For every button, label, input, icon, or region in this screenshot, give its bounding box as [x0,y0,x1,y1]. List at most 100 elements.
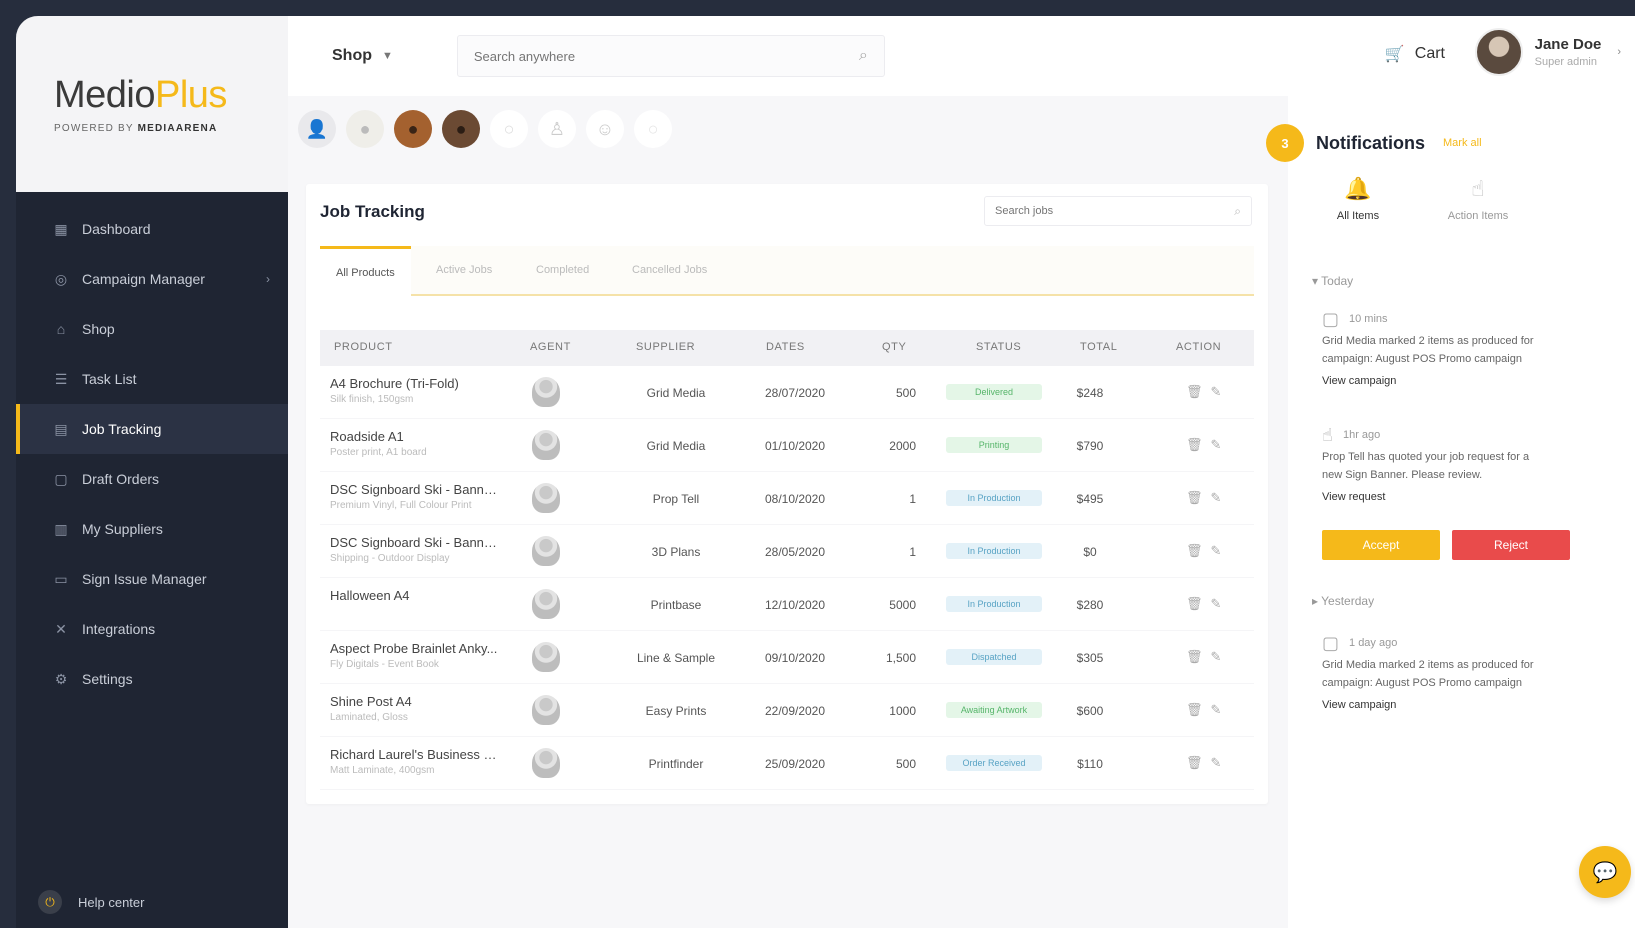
sidebar-item-campaign-manager[interactable]: ◎ Campaign Manager › [16,254,288,304]
agent-avatar[interactable] [532,748,560,778]
list-icon: ☰ [54,370,68,387]
avatar[interactable]: ● [442,110,480,148]
column-header[interactable]: Total [1080,341,1117,353]
view-request-link[interactable]: View request [1322,488,1552,506]
edit-icon[interactable]: ✎ [1211,755,1230,770]
table-row[interactable]: A4 Brochure (Tri-Fold) Silk finish, 150gs… [320,366,1254,419]
trash-icon[interactable]: 🗑 [1186,543,1211,558]
product-name[interactable]: Shine Post A4 [330,694,412,709]
sidebar-item-integrations[interactable]: ✕ Integrations [16,604,288,654]
person-icon[interactable]: ☺ [586,110,624,148]
add-avatar-icon[interactable]: ○ [634,110,672,148]
column-header[interactable]: Agent [530,341,571,353]
edit-icon[interactable]: ✎ [1211,543,1230,558]
column-header[interactable]: Qty [882,341,906,353]
product-name[interactable]: DSC Signboard Ski - Banner... [330,482,500,497]
view-campaign-link[interactable]: View campaign [1322,696,1552,714]
agent-avatar[interactable] [532,483,560,513]
row-actions: 🗑✎ [1186,384,1229,400]
trash-icon[interactable]: 🗑 [1186,490,1211,505]
sidebar-item-my-suppliers[interactable]: ▥ My Suppliers [16,504,288,554]
sidebar-item-dashboard[interactable]: ▦ Dashboard [16,204,288,254]
section-today[interactable]: ▾ Today [1312,274,1353,288]
column-header[interactable]: Status [976,341,1021,353]
sidebar-item-settings[interactable]: ⚙ Settings [16,654,288,704]
table-row[interactable]: Roadside A1 Poster print, A1 board Grid Me… [320,419,1254,472]
status-badge: In Production [946,596,1042,612]
sidebar-item-sign-issue-manager[interactable]: ▭ Sign Issue Manager [16,554,288,604]
edit-icon[interactable]: ✎ [1211,596,1230,611]
table-row[interactable]: Halloween A4 Printbase 12/10/2020 5000 In Pr… [320,578,1254,631]
agent-avatar[interactable] [532,536,560,566]
agent-avatar[interactable] [532,589,560,619]
product-name[interactable]: Halloween A4 [330,588,410,603]
avatar[interactable]: ● [346,110,384,148]
reject-button[interactable]: Reject [1452,530,1570,560]
sidebar-item-draft-orders[interactable]: ▢ Draft Orders [16,454,288,504]
agent-avatar[interactable] [532,377,560,407]
trash-icon[interactable]: 🗑 [1186,437,1211,452]
help-center-link[interactable]: ⏻ Help center [16,876,288,928]
tab-all-items[interactable]: 🔔 All Items [1318,176,1398,222]
edit-icon[interactable]: ✎ [1211,649,1230,664]
avatar[interactable]: ● [394,110,432,148]
notification-card[interactable]: ▢ 1 day ago Grid Media marked 2 items as … [1322,634,1552,714]
chat-button[interactable]: 💬 [1579,846,1631,898]
product-name[interactable]: A4 Brochure (Tri-Fold) [330,376,459,391]
notifications-tabs: 🔔 All Items ☝ Action Items [1318,176,1518,222]
sidebar-item-task-list[interactable]: ☰ Task List [16,354,288,404]
cart-button[interactable]: 🛒 Cart [1385,44,1445,64]
search-icon[interactable]: ⌕ [1234,204,1241,219]
tab-action-items[interactable]: ☝ Action Items [1438,176,1518,222]
edit-icon[interactable]: ✎ [1211,437,1230,452]
agent-avatar[interactable] [532,642,560,672]
user-menu[interactable]: Jane Doe Super admin › [1474,28,1621,76]
edit-icon[interactable]: ✎ [1211,490,1230,505]
column-header[interactable]: Dates [766,341,805,353]
table-row[interactable]: Richard Laurel's Business Cards Matt Lami… [320,737,1254,790]
table-row[interactable]: DSC Signboard Ski - Banner... Shipping - … [320,525,1254,578]
agent-avatar[interactable] [532,430,560,460]
accept-button[interactable]: Accept [1322,530,1440,560]
global-search-input[interactable] [473,48,814,64]
agent-avatar[interactable] [532,695,560,725]
brand-logo[interactable]: MedioPlus POWERED BY MEDIAARENA [16,16,288,192]
status-badge: Dispatched [946,649,1042,665]
tab-cancelled-jobs[interactable]: Cancelled Jobs [616,246,723,294]
product-name[interactable]: DSC Signboard Ski - Banner... [330,535,500,550]
product-name[interactable]: Richard Laurel's Business Cards [330,747,500,762]
notification-card[interactable]: ☝ 1hr ago Prop Tell has quoted your job r… [1322,426,1552,506]
tab-completed[interactable]: Completed [520,246,605,294]
job-search-input[interactable] [995,205,1215,217]
trash-icon[interactable]: 🗑 [1186,755,1211,770]
sidebar-item-shop[interactable]: ⌂ Shop [16,304,288,354]
tab-all-products[interactable]: All Products [320,246,411,296]
user-role: Super admin [1534,56,1597,68]
search-icon[interactable]: ⌕ [859,47,868,65]
mark-all-link[interactable]: Mark all [1443,137,1482,149]
trash-icon[interactable]: 🗑 [1186,702,1211,717]
trash-icon[interactable]: 🗑 [1186,649,1211,664]
product-name[interactable]: Aspect Probe Brainlet Anky... [330,641,497,656]
trash-icon[interactable]: 🗑 [1186,596,1211,611]
trash-icon[interactable]: 🗑 [1186,384,1211,399]
person-icon[interactable]: ♙ [538,110,576,148]
tab-active-jobs[interactable]: Active Jobs [420,246,508,294]
job-date: 28/07/2020 [764,386,826,400]
table-row[interactable]: Shine Post A4 Laminated, Gloss Easy Prints… [320,684,1254,737]
table-row[interactable]: DSC Signboard Ski - Banner... Premium Vin… [320,472,1254,525]
table-row[interactable]: Aspect Probe Brainlet Anky... Fly Digital… [320,631,1254,684]
avatar[interactable]: 👤 [298,110,336,148]
product-name[interactable]: Roadside A1 [330,429,404,444]
view-campaign-link[interactable]: View campaign [1322,372,1552,390]
column-header[interactable]: Supplier [636,341,695,353]
lightbulb-icon[interactable]: ○ [490,110,528,148]
notification-card[interactable]: ▢ 10 mins Grid Media marked 2 items as pr… [1322,310,1552,390]
sidebar-item-job-tracking[interactable]: ▤ Job Tracking [16,404,288,454]
edit-icon[interactable]: ✎ [1211,702,1230,717]
shop-dropdown[interactable]: Shop ▼ [332,47,393,65]
edit-icon[interactable]: ✎ [1211,384,1230,399]
column-header[interactable]: Action [1176,341,1221,353]
section-yesterday[interactable]: ▸ Yesterday [1312,594,1374,608]
column-header[interactable]: Product [334,341,393,353]
